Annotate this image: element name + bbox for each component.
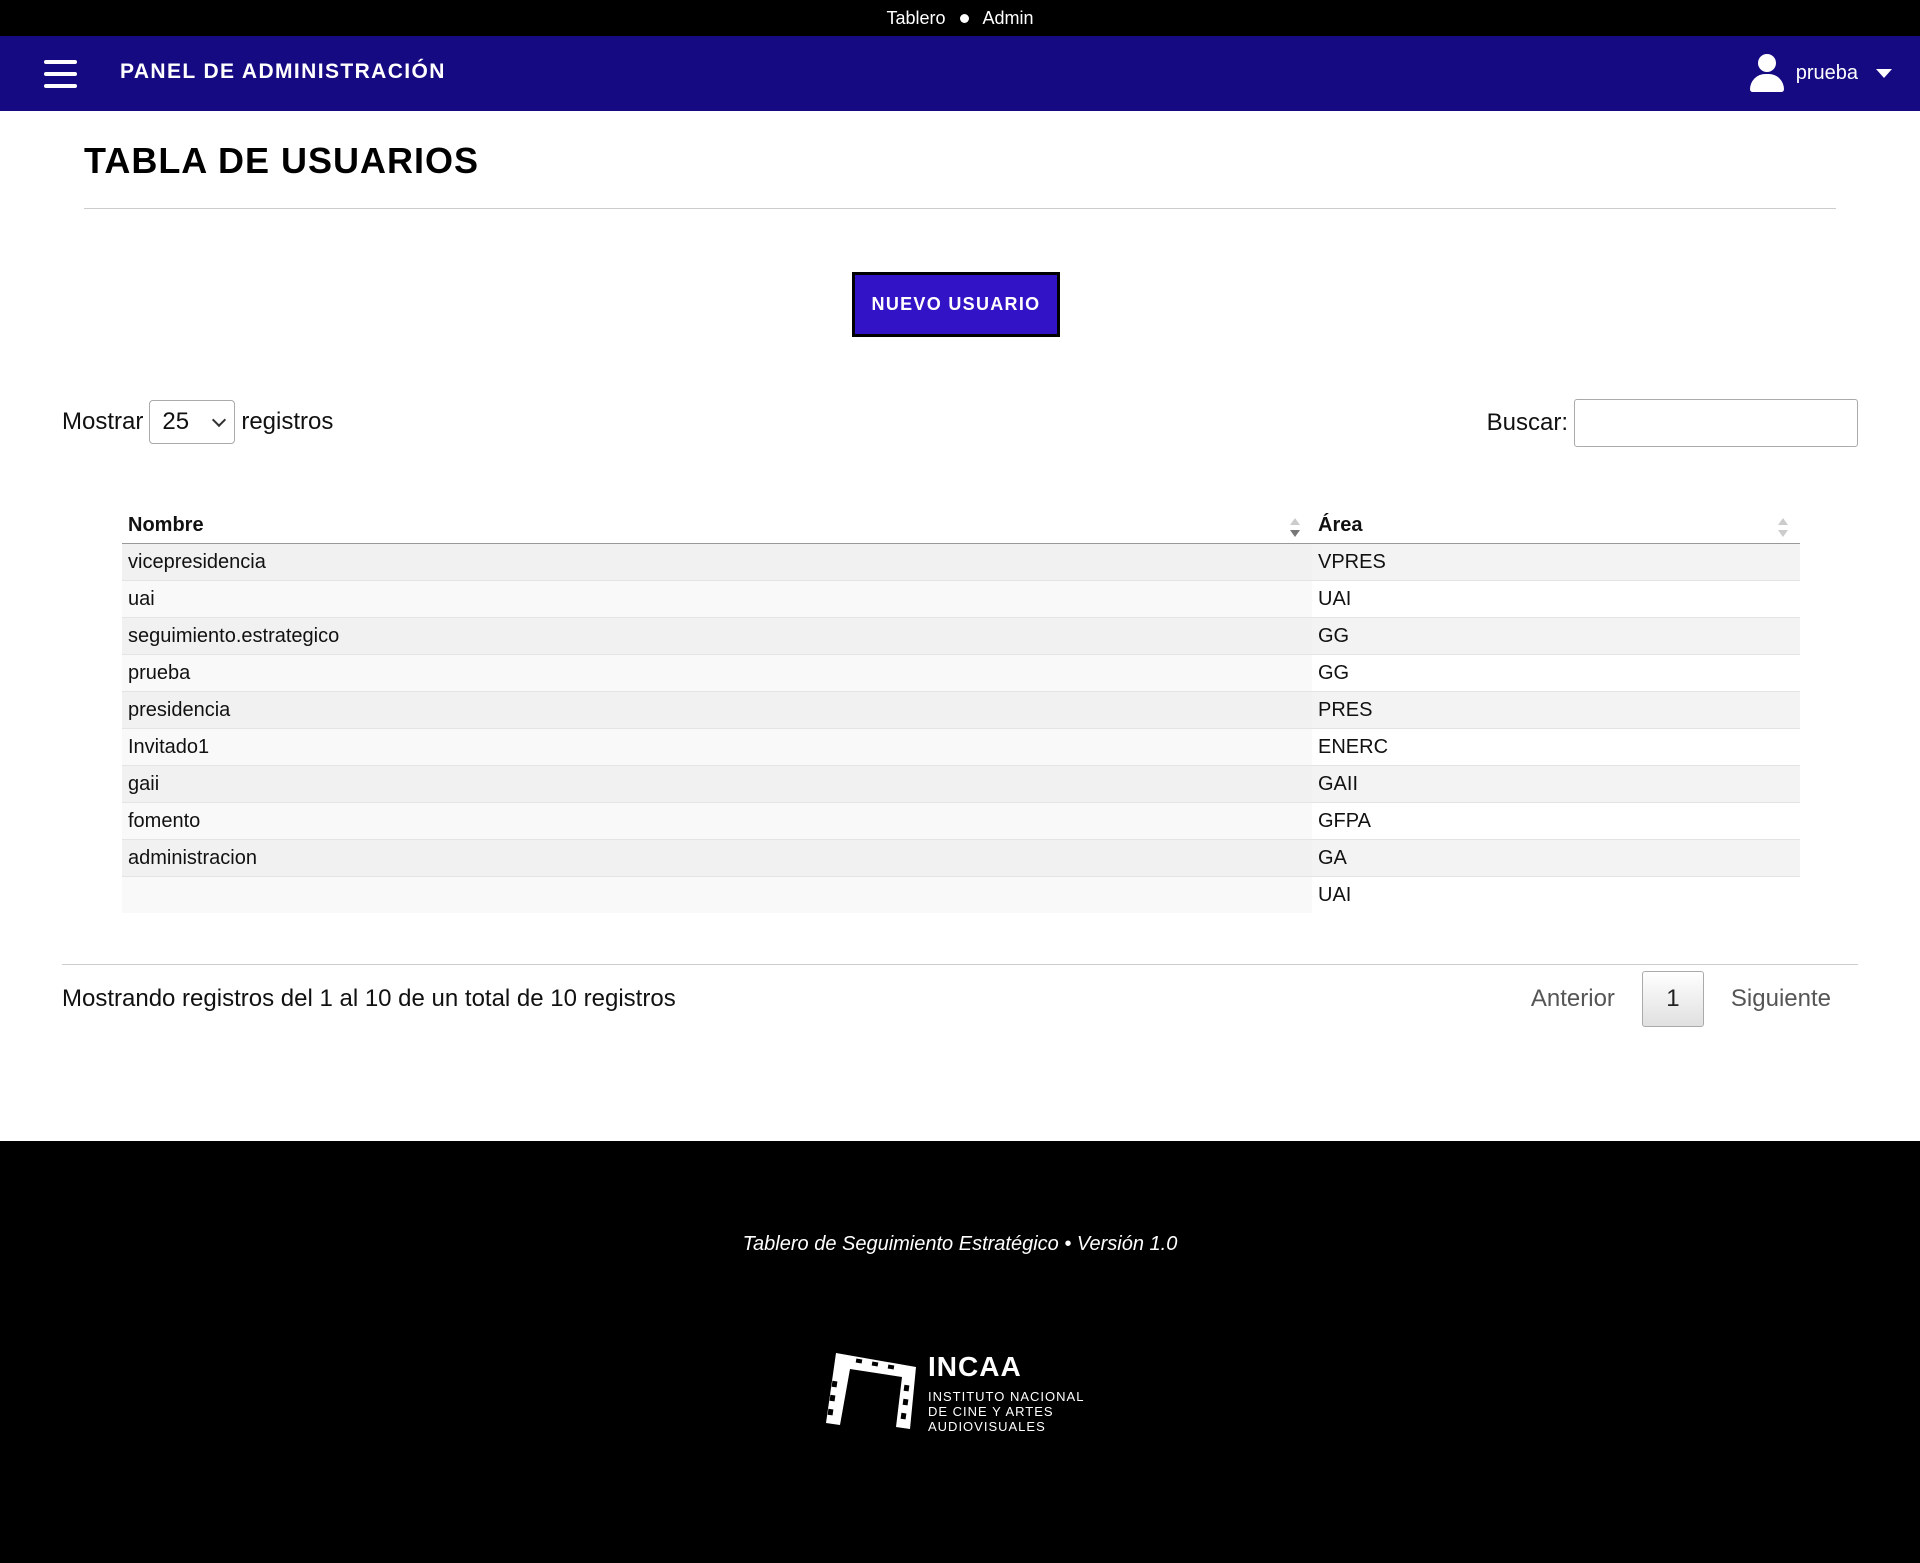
hamburger-menu-icon[interactable] [44, 60, 77, 88]
search-input[interactable] [1574, 399, 1858, 447]
logo-subtitle: INSTITUTO NACIONAL DE CINE Y ARTES AUDIO… [928, 1389, 1085, 1434]
cell-area: GAII [1312, 765, 1800, 803]
cell-area: VPRES [1312, 543, 1800, 581]
chevron-down-icon [212, 412, 227, 427]
cell-name: Invitado1 [122, 728, 1312, 766]
table-row: presidencia PRES [122, 691, 1800, 729]
footer: Tablero de Seguimiento Estratégico • Ver… [0, 1141, 1920, 1563]
cell-area: GFPA [1312, 802, 1800, 840]
search-control: Buscar: [1487, 399, 1858, 447]
next-page-button[interactable]: Siguiente [1704, 985, 1858, 1013]
prev-page-button[interactable]: Anterior [1504, 985, 1642, 1013]
table-row: uai UAI [122, 580, 1800, 618]
table-row: administracion GA [122, 839, 1800, 877]
film-frame-icon [826, 1353, 916, 1429]
column-label: Nombre [128, 514, 204, 536]
table-row: prueba GG [122, 654, 1800, 692]
logo-wordmark: INCAA [928, 1351, 1022, 1382]
cell-name: vicepresidencia [122, 543, 1312, 581]
user-menu[interactable]: prueba [1749, 54, 1892, 92]
column-header-area[interactable]: Área [1312, 508, 1800, 544]
sort-icon [1778, 518, 1788, 540]
cell-area: UAI [1312, 876, 1800, 913]
cell-name: prueba [122, 654, 1312, 692]
table-header-row: Nombre Área [122, 508, 1800, 544]
user-name: prueba [1795, 61, 1858, 84]
table-row: UAI [122, 876, 1800, 913]
cell-area: UAI [1312, 580, 1800, 618]
cell-area: PRES [1312, 691, 1800, 729]
column-header-nombre[interactable]: Nombre [122, 508, 1312, 544]
records-label: registros [241, 408, 334, 435]
cell-area: GG [1312, 654, 1800, 692]
search-label: Buscar: [1486, 409, 1568, 436]
sort-icon [1290, 518, 1300, 540]
cell-name: seguimiento.estrategico [122, 617, 1312, 655]
cell-name: presidencia [122, 691, 1312, 729]
table-row: fomento GFPA [122, 802, 1800, 840]
table-divider [62, 964, 1858, 965]
cell-name: fomento [122, 802, 1312, 840]
page-length-value: 25 [162, 408, 190, 435]
cell-name [122, 876, 1312, 913]
pagination: Anterior 1 Siguiente [1504, 971, 1858, 1027]
cell-name: administracion [122, 839, 1312, 877]
length-control: Mostrar 25 registros [62, 400, 333, 444]
navbar: PANEL DE ADMINISTRACIÓN prueba [0, 36, 1920, 111]
cell-area: GA [1312, 839, 1800, 877]
table-row: vicepresidencia VPRES [122, 543, 1800, 581]
top-link-tablero[interactable]: Tablero [886, 8, 945, 29]
footer-version-text: Tablero de Seguimiento Estratégico • Ver… [742, 1233, 1178, 1255]
column-label: Área [1318, 514, 1363, 536]
navbar-title: PANEL DE ADMINISTRACIÓN [120, 60, 446, 83]
show-label: Mostrar [62, 408, 144, 435]
new-user-button[interactable]: NUEVO USUARIO [852, 272, 1060, 337]
page-title: TABLA DE USUARIOS [84, 140, 479, 181]
top-link-admin[interactable]: Admin [983, 8, 1034, 29]
user-icon [1749, 54, 1784, 92]
cell-area: GG [1312, 617, 1800, 655]
page-length-select[interactable]: 25 [149, 400, 236, 444]
incaa-logo: INCAA INSTITUTO NACIONAL DE CINE Y ARTES… [826, 1351, 1104, 1434]
table-row: Invitado1 ENERC [122, 728, 1800, 766]
cell-name: gaii [122, 765, 1312, 803]
table-row: gaii GAII [122, 765, 1800, 803]
cell-name: uai [122, 580, 1312, 618]
table-row: seguimiento.estrategico GG [122, 617, 1800, 655]
cell-area: ENERC [1312, 728, 1800, 766]
top-strip: Tablero Admin [0, 0, 1920, 36]
title-divider [84, 208, 1836, 209]
caret-down-icon [1876, 68, 1892, 78]
records-summary: Mostrando registros del 1 al 10 de un to… [62, 985, 676, 1012]
page-1-button[interactable]: 1 [1641, 971, 1704, 1027]
users-table: Nombre Área vicepresidencia VPRES uai UA… [122, 508, 1800, 913]
separator-dot [959, 13, 969, 23]
